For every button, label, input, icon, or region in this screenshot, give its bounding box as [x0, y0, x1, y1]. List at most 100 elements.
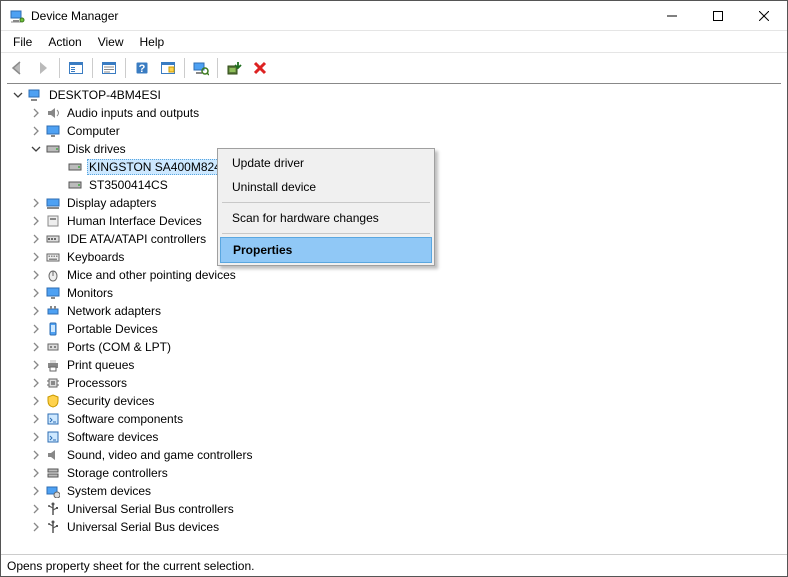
toolbar-separator [59, 58, 60, 78]
tree-node[interactable]: Portable Devices [7, 320, 781, 338]
tree-label: ST3500414CS [87, 178, 170, 192]
toolbar-separator [184, 58, 185, 78]
tree-label: Universal Serial Bus devices [65, 520, 221, 534]
app-icon [9, 8, 25, 24]
tree-node[interactable]: Network adapters [7, 302, 781, 320]
toolbar-forward-button[interactable] [31, 56, 55, 80]
portable-icon [45, 321, 61, 337]
tree-node[interactable]: Mice and other pointing devices [7, 266, 781, 284]
tree-node[interactable]: System devices [7, 482, 781, 500]
chevron-right-icon[interactable] [29, 106, 43, 120]
tree-node[interactable]: Monitors [7, 284, 781, 302]
titlebar: Device Manager [1, 1, 787, 31]
printer-icon [45, 357, 61, 373]
toolbar-help-button[interactable]: ? [130, 56, 154, 80]
tree-label: Portable Devices [65, 322, 160, 336]
chevron-down-icon[interactable] [11, 88, 25, 102]
computer-icon [27, 87, 43, 103]
toolbar-action-center-button[interactable] [156, 56, 180, 80]
toolbar-show-tree-button[interactable] [64, 56, 88, 80]
tree-label: System devices [65, 484, 153, 498]
tree-label: Sound, video and game controllers [65, 448, 254, 462]
toolbar-scan-hardware-button[interactable] [189, 56, 213, 80]
tree-node[interactable]: Sound, video and game controllers [7, 446, 781, 464]
toolbar-separator [92, 58, 93, 78]
chevron-right-icon[interactable] [29, 250, 43, 264]
tree-label: Software components [65, 412, 185, 426]
chevron-right-icon[interactable] [29, 502, 43, 516]
tree-label: Print queues [65, 358, 136, 372]
chevron-right-icon[interactable] [29, 412, 43, 426]
menu-action[interactable]: Action [40, 33, 89, 51]
tree-label: Network adapters [65, 304, 163, 318]
usb-icon [45, 519, 61, 535]
chevron-right-icon[interactable] [29, 466, 43, 480]
tree-node[interactable]: Software components [7, 410, 781, 428]
port-icon [45, 339, 61, 355]
tree-node[interactable]: Ports (COM & LPT) [7, 338, 781, 356]
chevron-right-icon[interactable] [29, 394, 43, 408]
chevron-right-icon[interactable] [29, 232, 43, 246]
toolbar-back-button[interactable] [5, 56, 29, 80]
disk-icon [67, 177, 83, 193]
tree-node[interactable]: Storage controllers [7, 464, 781, 482]
chevron-right-icon[interactable] [29, 124, 43, 138]
context-menu: Update driver Uninstall device Scan for … [217, 148, 435, 266]
chevron-right-icon[interactable] [29, 358, 43, 372]
cm-properties[interactable]: Properties [220, 237, 432, 263]
tree-node[interactable]: Audio inputs and outputs [7, 104, 781, 122]
toolbar-uninstall-button[interactable] [248, 56, 272, 80]
cpu-icon [45, 375, 61, 391]
device-manager-window: Device Manager File Action View Help [0, 0, 788, 577]
toolbar: ? [1, 53, 787, 83]
tree-label: Universal Serial Bus controllers [65, 502, 236, 516]
menu-file[interactable]: File [5, 33, 40, 51]
cm-uninstall-device[interactable]: Uninstall device [220, 175, 432, 199]
tree-label: Processors [65, 376, 129, 390]
disk-icon [45, 141, 61, 157]
chevron-right-icon[interactable] [29, 448, 43, 462]
tree-node[interactable]: DESKTOP-4BM4ESI [7, 86, 781, 104]
chevron-right-icon[interactable] [29, 376, 43, 390]
toolbar-properties-button[interactable] [97, 56, 121, 80]
hid-icon [45, 213, 61, 229]
menu-help[interactable]: Help [132, 33, 173, 51]
minimize-button[interactable] [649, 1, 695, 31]
chevron-right-icon[interactable] [29, 286, 43, 300]
tree-node[interactable]: Universal Serial Bus devices [7, 518, 781, 536]
storage-icon [45, 465, 61, 481]
chevron-right-icon[interactable] [29, 304, 43, 318]
maximize-button[interactable] [695, 1, 741, 31]
speaker-icon [45, 105, 61, 121]
tree-label: Human Interface Devices [65, 214, 204, 228]
ide-icon [45, 231, 61, 247]
cm-update-driver[interactable]: Update driver [220, 151, 432, 175]
chevron-right-icon[interactable] [29, 430, 43, 444]
toolbar-update-driver-button[interactable] [222, 56, 246, 80]
tree-node[interactable]: Computer [7, 122, 781, 140]
cm-separator [222, 202, 430, 203]
cm-scan-hardware[interactable]: Scan for hardware changes [220, 206, 432, 230]
tree-node[interactable]: Security devices [7, 392, 781, 410]
tree-label: Keyboards [65, 250, 126, 264]
chevron-right-icon[interactable] [29, 322, 43, 336]
chevron-right-icon[interactable] [29, 520, 43, 534]
security-icon [45, 393, 61, 409]
chevron-down-icon[interactable] [29, 142, 43, 156]
tree-node[interactable]: Universal Serial Bus controllers [7, 500, 781, 518]
device-tree[interactable]: DESKTOP-4BM4ESIAudio inputs and outputsC… [7, 83, 781, 554]
menu-view[interactable]: View [90, 33, 132, 51]
chevron-right-icon[interactable] [29, 340, 43, 354]
tree-node[interactable]: Print queues [7, 356, 781, 374]
tree-node[interactable]: Software devices [7, 428, 781, 446]
sound-icon [45, 447, 61, 463]
chevron-right-icon[interactable] [29, 214, 43, 228]
chevron-right-icon[interactable] [29, 268, 43, 282]
tree-node[interactable]: Processors [7, 374, 781, 392]
close-button[interactable] [741, 1, 787, 31]
disk-icon [67, 159, 83, 175]
tree-label: Monitors [65, 286, 115, 300]
chevron-right-icon[interactable] [29, 196, 43, 210]
display-adapter-icon [45, 195, 61, 211]
chevron-right-icon[interactable] [29, 484, 43, 498]
